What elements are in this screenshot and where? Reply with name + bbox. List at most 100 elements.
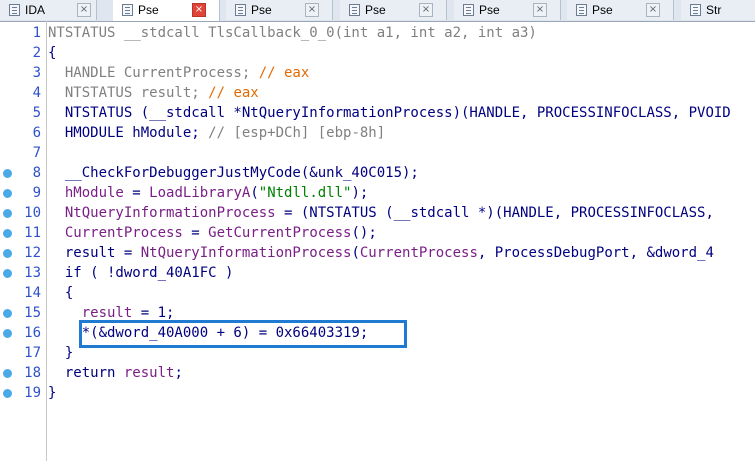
tab-pseudocode[interactable]: Pse × [340,0,447,20]
code-line[interactable]: 18 return result; [0,363,755,383]
code-text: result = NtQueryInformationProcess(Curre… [48,245,714,261]
string-literal: "Ntdll.dll" [258,185,352,201]
code-line[interactable]: 9 hModule = LoadLibraryA("Ntdll.dll"); [0,183,755,203]
tab-label: Pse [251,3,272,17]
breakpoint-dot[interactable] [3,249,12,258]
code-line[interactable]: 14 { [0,283,755,303]
code-line[interactable]: 8 __CheckForDebuggerJustMyCode(&unk_40C0… [0,163,755,183]
close-icon[interactable]: × [192,3,206,17]
tab-pseudocode[interactable]: Pse × [226,0,333,20]
breakpoint-dot[interactable] [3,389,12,398]
comment: // eax [258,65,310,81]
tab-strings[interactable]: Str [681,0,755,20]
line-number: 12 [24,245,41,261]
line-number: 6 [32,125,41,141]
code-text: NtQueryInformationProcess = (NTSTATUS (_… [48,205,714,221]
code-text: } [48,345,74,361]
code-line[interactable]: 5 NTSTATUS (__stdcall *NtQueryInformatio… [0,103,755,123]
declaration: NTSTATUS result; [48,85,209,101]
arguments: , ProcessDebugPort, &dword_4 [477,245,714,261]
pseudocode-icon [349,4,360,16]
close-icon[interactable]: × [419,3,433,17]
comment: // [esp+DCh] [ebp-8h] [208,125,386,141]
variable: NtQueryInformationProcess [64,205,276,221]
pseudocode-editor[interactable]: 1 NTSTATUS __stdcall TlsCallback_0_0(int… [0,21,755,461]
variable: CurrentProcess [359,245,478,261]
ida-view-icon [9,4,20,16]
declaration: HMODULE hModule; [48,125,209,141]
breakpoint-dot[interactable] [3,169,12,178]
tab-label: Pse [138,3,159,17]
tab-label: Pse [365,3,386,17]
code-line[interactable]: 13 if ( !dword_40A1FC ) [0,263,755,283]
breakpoint-dot[interactable] [3,309,12,318]
breakpoint-dot[interactable] [3,229,12,238]
line-number: 10 [24,205,41,221]
code-text: } [48,385,57,401]
punct: ( [351,245,360,261]
close-icon[interactable]: × [533,3,547,17]
tab-ida-view[interactable]: IDA × [0,0,97,20]
code-text: { [48,45,57,61]
tab-label: Pse [479,3,500,17]
code-text: hModule = LoadLibraryA("Ntdll.dll"); [48,185,368,201]
code-line[interactable]: 19 } [0,383,755,403]
breakpoint-dot[interactable] [3,189,12,198]
line-number: 17 [24,345,41,361]
close-icon[interactable]: × [305,3,319,17]
pseudocode-icon [122,4,133,16]
pseudocode-icon [235,4,246,16]
operator: = [123,185,150,201]
code-text: NTSTATUS result; // eax [48,85,259,101]
code-line[interactable]: 1 NTSTATUS __stdcall TlsCallback_0_0(int… [0,23,755,43]
breakpoint-dot[interactable] [3,329,12,338]
code-line[interactable]: 12 result = NtQueryInformationProcess(Cu… [0,243,755,263]
assignment: = 1; [132,305,175,321]
tab-pseudocode[interactable]: Pse × [567,0,674,20]
code-text: NTSTATUS (__stdcall *NtQueryInformationP… [48,105,731,121]
punct: ); [351,185,369,201]
breakpoint-dot[interactable] [3,369,12,378]
tab-label: IDA [25,3,46,17]
punct: ; [174,365,183,381]
pseudocode-icon [463,4,474,16]
code-line[interactable]: 2 { [0,43,755,63]
breakpoint-dot[interactable] [3,269,12,278]
function-signature: NTSTATUS __stdcall TlsCallback_0_0(int a… [48,25,537,41]
pseudocode-icon [576,4,587,16]
code-text: HMODULE hModule; // [esp+DCh] [ebp-8h] [48,125,385,141]
code-text: return result; [48,365,183,381]
function-call: LoadLibraryA [149,185,251,201]
tab-pseudocode-active[interactable]: Pse × [113,0,220,21]
variable: CurrentProcess [64,225,183,241]
close-icon[interactable]: × [77,3,91,17]
code-line[interactable]: 11 CurrentProcess = GetCurrentProcess(); [0,223,755,243]
code-text: if ( !dword_40A1FC ) [48,265,234,281]
function-call: NtQueryInformationProcess [140,245,352,261]
close-icon[interactable]: × [646,3,660,17]
line-number: 7 [32,145,41,161]
breakpoint-dot[interactable] [3,209,12,218]
code-line[interactable]: 3 HANDLE CurrentProcess; // eax [0,63,755,83]
variable: result [123,365,175,381]
assignment: result = [48,245,141,261]
line-number: 16 [24,325,41,341]
code-line[interactable]: 10 NtQueryInformationProcess = (NTSTATUS… [0,203,755,223]
variable: hModule [64,185,124,201]
code-text: __CheckForDebuggerJustMyCode(&unk_40C015… [48,165,419,181]
function-call: GetCurrentProcess [208,225,352,241]
code-text: CurrentProcess = GetCurrentProcess(); [48,225,377,241]
code-text: result = 1; [48,305,175,321]
code-line[interactable]: 6 HMODULE hModule; // [esp+DCh] [ebp-8h] [0,123,755,143]
tab-label: Str [706,3,722,17]
line-number: 11 [24,225,41,241]
code-line[interactable]: 4 NTSTATUS result; // eax [0,83,755,103]
line-number: 3 [32,65,41,81]
tab-pseudocode[interactable]: Pse × [454,0,561,20]
punct: (); [351,225,377,241]
code-line[interactable]: 7 [0,143,755,163]
code-text: { [48,285,74,301]
keyword: return [48,365,124,381]
